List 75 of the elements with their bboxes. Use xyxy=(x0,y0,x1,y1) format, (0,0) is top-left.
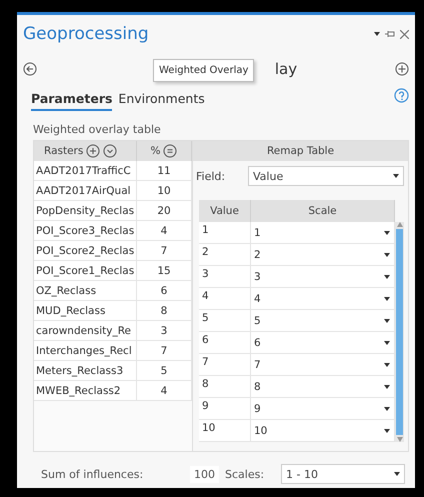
column-header: Rasters xyxy=(44,145,84,157)
table-cell[interactable]: POI_Score3_Reclas xyxy=(34,221,137,240)
scales-label: Scales: xyxy=(225,468,266,480)
table-cell: 10 xyxy=(199,420,251,441)
add-icon[interactable] xyxy=(395,62,409,76)
table-cell[interactable]: AADT2017TrafficC xyxy=(34,161,137,180)
scrollbar[interactable] xyxy=(395,222,404,442)
help-icon[interactable] xyxy=(394,88,409,103)
table-cell[interactable]: AADT2017AirQual xyxy=(34,181,137,200)
table-cell[interactable]: OZ_Reclass xyxy=(34,281,137,300)
panel-title: Geoprocessing xyxy=(23,24,149,44)
table-cell[interactable]: 20 xyxy=(137,201,192,220)
table-cell[interactable]: POI_Score2_Reclas xyxy=(34,241,137,260)
table-cell[interactable]: 6 xyxy=(137,281,192,300)
table-cell[interactable]: 7 xyxy=(137,341,192,360)
caret-icon xyxy=(384,296,390,300)
scroll-down-icon[interactable] xyxy=(396,437,402,442)
caret-icon xyxy=(384,384,390,388)
table-cell[interactable]: 15 xyxy=(137,261,192,280)
table-cell[interactable]: 8 xyxy=(137,301,192,320)
table-cell[interactable]: 4 xyxy=(137,381,192,400)
caret-icon xyxy=(384,406,390,410)
tab[interactable]: Parameters xyxy=(31,91,112,111)
table-cell: 1 xyxy=(199,222,251,243)
table-cell[interactable]: Interchanges_Recl xyxy=(34,341,137,360)
table-cell: 2 xyxy=(199,244,251,265)
caret-icon xyxy=(394,472,400,476)
caret-icon xyxy=(393,174,399,178)
tooltip: Weighted Overlay xyxy=(153,59,254,82)
caret-icon xyxy=(384,274,390,278)
table-cell[interactable]: 7 xyxy=(137,241,192,260)
table-cell[interactable]: POI_Score1_Reclas xyxy=(34,261,137,280)
caret-icon xyxy=(384,362,390,366)
chevron-down-icon[interactable] xyxy=(103,144,118,158)
scales-dropdown[interactable]: 1 - 10 xyxy=(281,464,405,484)
table-cell: 6 xyxy=(199,332,251,353)
column-header: Remap Table xyxy=(193,141,408,161)
pin-icon[interactable] xyxy=(385,30,395,38)
table-cell[interactable]: carowndensity_Re xyxy=(34,321,137,340)
table-cell[interactable]: Meters_Reclass3 xyxy=(34,361,137,380)
table-cell: 9 xyxy=(199,398,251,419)
column-header: Value xyxy=(199,200,251,222)
caret-icon xyxy=(384,230,390,234)
table-cell[interactable]: 4 xyxy=(137,221,192,240)
equals-icon[interactable] xyxy=(163,144,178,158)
sum-value: 100 xyxy=(190,466,219,482)
scroll-up-icon[interactable] xyxy=(396,222,402,227)
table-cell: 3 xyxy=(199,266,251,287)
add-icon[interactable] xyxy=(86,144,100,158)
column-header: Scale xyxy=(251,200,395,222)
table-cell[interactable]: 5 xyxy=(137,361,192,380)
column-header: % xyxy=(150,145,160,157)
caret-icon xyxy=(384,340,390,344)
table-label: Weighted overlay table xyxy=(33,123,162,136)
table-cell[interactable]: MUD_Reclass xyxy=(34,301,137,320)
tool-title: lay xyxy=(274,60,298,78)
caret-icon xyxy=(384,252,390,256)
dropdown-icon xyxy=(374,32,380,36)
table-cell[interactable]: 11 xyxy=(137,161,192,180)
table-cell: 8 xyxy=(199,376,251,397)
back-icon[interactable] xyxy=(23,62,37,76)
caret-icon xyxy=(384,318,390,322)
table-cell: 7 xyxy=(199,354,251,375)
tab[interactable]: Environments xyxy=(118,91,205,111)
sum-label: Sum of influences: xyxy=(41,468,144,480)
table-cell: 4 xyxy=(199,288,251,309)
caret-icon xyxy=(384,428,390,432)
field-label: Field: xyxy=(196,170,226,182)
field-dropdown[interactable]: Value xyxy=(248,166,404,186)
table-cell[interactable]: 10 xyxy=(137,181,192,200)
table-cell[interactable]: MWEB_Reclass2 xyxy=(34,381,137,400)
table-cell[interactable]: 3 xyxy=(137,321,192,340)
table-cell: 5 xyxy=(199,310,251,331)
table-cell[interactable]: PopDensity_Reclas xyxy=(34,201,137,220)
close-icon[interactable] xyxy=(400,30,409,38)
